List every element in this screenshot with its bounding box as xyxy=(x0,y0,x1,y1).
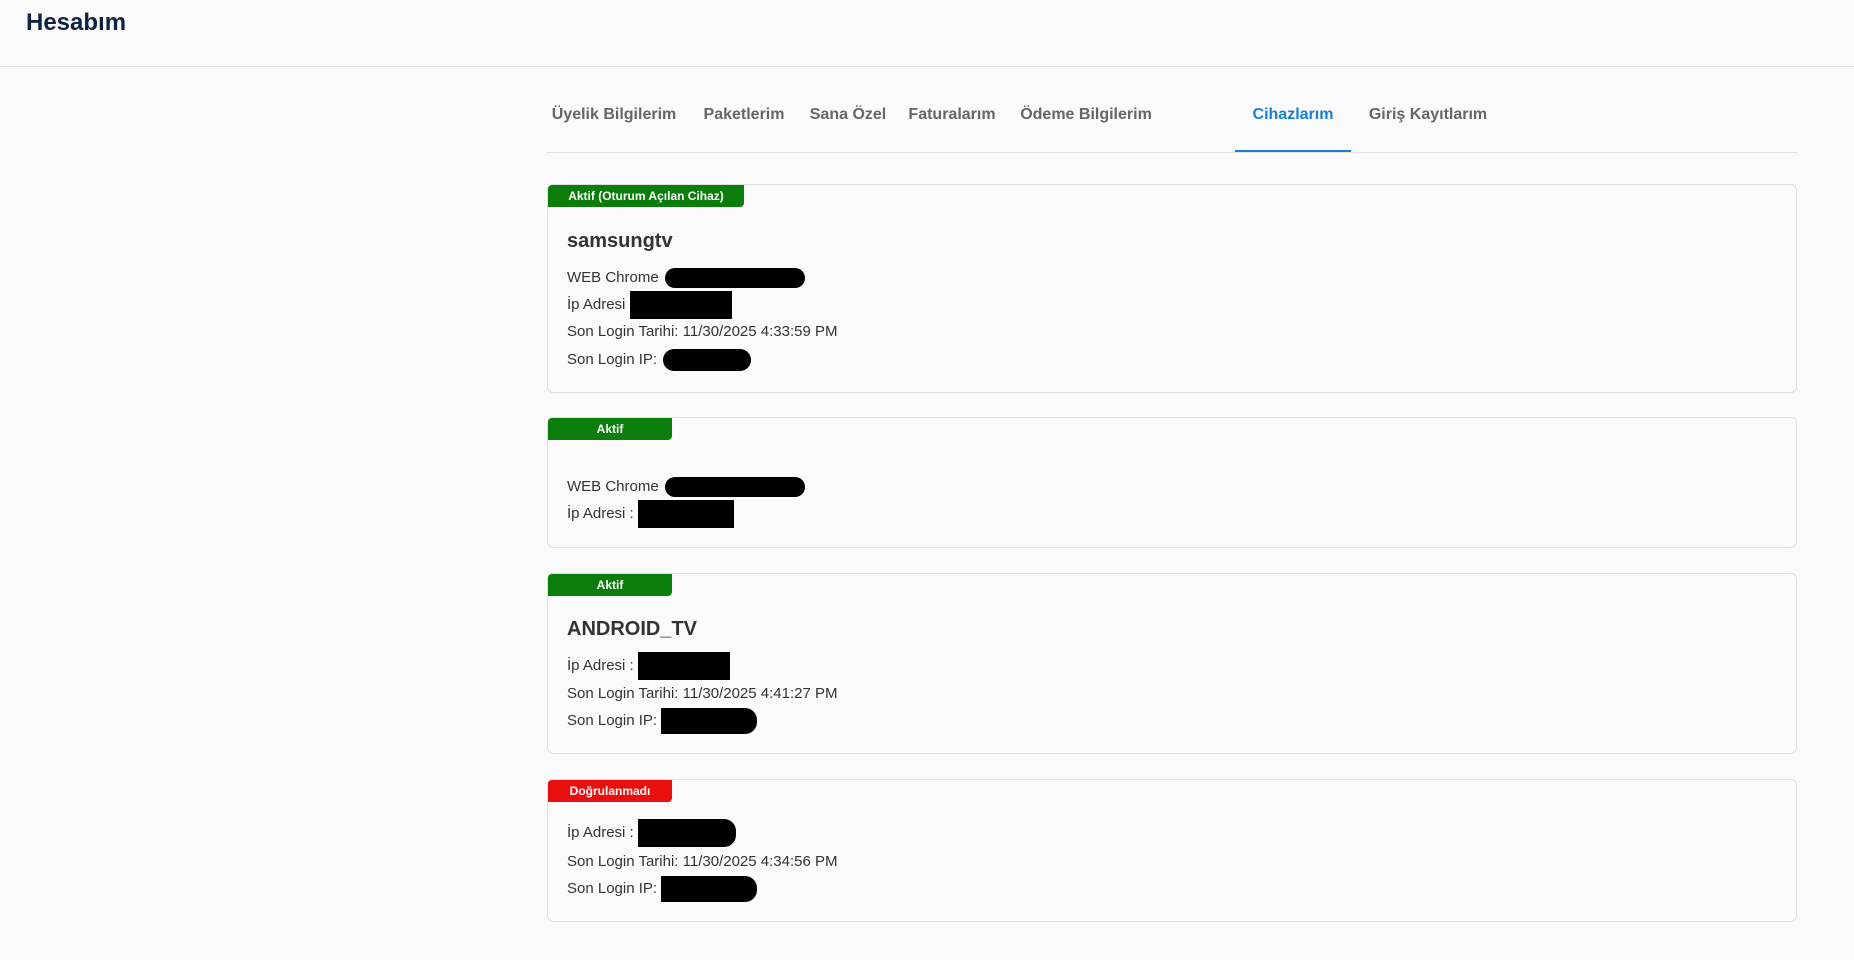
ip-address-info: İp Adresi : xyxy=(567,652,730,680)
status-badge: Aktif (Oturum Açılan Cihaz) xyxy=(548,185,744,207)
last-login-date: Son Login Tarihi: 11/30/2025 4:33:59 PM xyxy=(567,323,838,340)
status-badge: Doğrulanmadı xyxy=(548,780,672,802)
redacted-value xyxy=(661,876,758,902)
last-login-date: Son Login Tarihi: 11/30/2025 4:34:56 PM xyxy=(567,853,838,870)
device-card: Aktif WEB Chrome İp Adresi : xyxy=(547,417,1797,548)
browser-label: WEB Chrome xyxy=(567,268,659,286)
ip-address-label: İp Adresi xyxy=(567,295,626,313)
redacted-value xyxy=(637,500,734,528)
tab-login-records[interactable]: Giriş Kayıtlarım xyxy=(1364,88,1492,150)
browser-info: WEB Chrome xyxy=(567,268,805,288)
tab-devices[interactable]: Cihazlarım xyxy=(1235,88,1351,152)
redacted-value xyxy=(664,268,805,288)
last-login-ip-info: Son Login IP: xyxy=(567,876,758,902)
last-login-ip-info: Son Login IP: xyxy=(567,708,758,734)
browser-info: WEB Chrome xyxy=(567,477,805,497)
ip-address-info: İp Adresi : xyxy=(567,500,734,528)
last-login-date: Son Login Tarihi: 11/30/2025 4:41:27 PM xyxy=(567,685,838,702)
device-card: Doğrulanmadı İp Adresi : Son Login Tarih… xyxy=(547,779,1797,922)
tab-invoices[interactable]: Faturalarım xyxy=(903,88,1001,150)
device-name: ANDROID_TV xyxy=(567,618,698,640)
page-title: Hesabım xyxy=(26,9,127,36)
ip-address-label: İp Adresi : xyxy=(567,504,634,522)
status-badge: Aktif xyxy=(548,574,672,596)
tab-packages[interactable]: Paketlerim xyxy=(697,88,791,150)
tab-special-for-you[interactable]: Sana Özel xyxy=(807,88,889,150)
redacted-value xyxy=(629,291,732,319)
redacted-value xyxy=(637,819,736,847)
tab-membership-info[interactable]: Üyelik Bilgilerim xyxy=(547,88,681,150)
redacted-value xyxy=(663,349,752,371)
last-login-ip-info: Son Login IP: xyxy=(567,349,752,371)
redacted-value xyxy=(637,652,730,680)
device-name: samsungtv xyxy=(567,230,673,252)
tab-payment-info[interactable]: Ödeme Bilgilerim xyxy=(1016,88,1156,150)
ip-address-label: İp Adresi : xyxy=(567,656,634,674)
redacted-value xyxy=(661,708,758,734)
ip-address-info: İp Adresi : xyxy=(567,819,736,847)
page-header: Hesabım xyxy=(0,0,1854,67)
last-login-ip-label: Son Login IP: xyxy=(567,879,658,897)
device-card: Aktif ANDROID_TV İp Adresi : Son Login T… xyxy=(547,573,1797,754)
browser-label: WEB Chrome xyxy=(567,477,659,495)
device-card: Aktif (Oturum Açılan Cihaz) samsungtv WE… xyxy=(547,184,1797,393)
account-tabs: Üyelik Bilgilerim Paketlerim Sana Özel F… xyxy=(547,88,1797,153)
last-login-ip-label: Son Login IP: xyxy=(567,711,658,729)
redacted-value xyxy=(664,477,805,497)
status-badge: Aktif xyxy=(548,418,672,440)
last-login-ip-label: Son Login IP: xyxy=(567,350,658,368)
ip-address-label: İp Adresi : xyxy=(567,823,634,841)
ip-address-info: İp Adresi xyxy=(567,291,732,319)
